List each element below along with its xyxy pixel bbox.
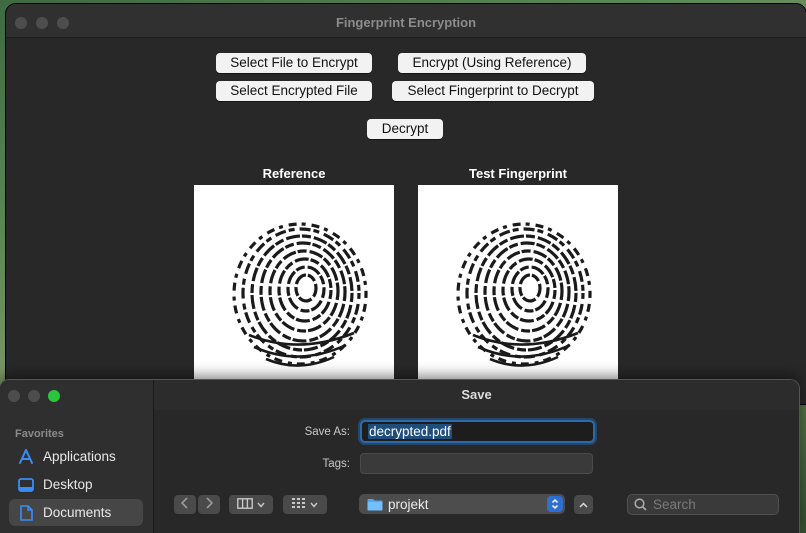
- dialog-window-controls: [8, 390, 60, 402]
- chevron-right-icon: [205, 497, 214, 512]
- sidebar-item-label: Applications: [43, 449, 116, 464]
- test-fingerprint-label: Test Fingerprint: [469, 166, 567, 181]
- sidebar-item-documents[interactable]: Documents: [9, 499, 143, 526]
- search-placeholder: Search: [653, 497, 696, 512]
- dialog-close-button[interactable]: [8, 390, 20, 402]
- chevron-left-icon: [180, 497, 189, 512]
- sidebar-item-label: Desktop: [43, 477, 93, 492]
- chevron-down-icon: [257, 499, 265, 511]
- expand-dialog-button[interactable]: [574, 495, 593, 514]
- dialog-zoom-button[interactable]: [48, 390, 60, 402]
- app-titlebar: Fingerprint Encryption: [6, 4, 806, 38]
- save-main: Save Save As: decrypted.pdf Tags: projek…: [154, 380, 799, 533]
- select-encrypted-file-button[interactable]: Select Encrypted File: [216, 81, 372, 101]
- chevron-up-icon: [579, 499, 588, 511]
- save-as-value: decrypted.pdf: [368, 424, 452, 439]
- app-window: Fingerprint Encryption Select File to En…: [6, 4, 806, 404]
- app-title: Fingerprint Encryption: [335, 15, 477, 30]
- desktop-icon: [17, 476, 35, 494]
- documents-icon: [17, 504, 35, 522]
- search-field[interactable]: Search: [627, 494, 779, 515]
- save-dialog-title: Save: [154, 380, 799, 410]
- location-popup[interactable]: projekt: [359, 494, 565, 514]
- save-sidebar: Favorites Applications Desktop Documents: [0, 380, 154, 533]
- favorites-heading: Favorites: [15, 428, 64, 440]
- columns-view-icon: [237, 497, 253, 512]
- save-dialog: Favorites Applications Desktop Documents…: [0, 380, 799, 533]
- up-down-chevron-icon: [547, 496, 563, 512]
- chevron-down-icon: [310, 499, 318, 511]
- save-as-input[interactable]: decrypted.pdf: [360, 420, 595, 443]
- tags-label: Tags:: [322, 458, 351, 470]
- reference-fingerprint-image: [194, 185, 394, 395]
- sidebar-item-applications[interactable]: Applications: [9, 443, 143, 470]
- location-label: projekt: [388, 496, 429, 512]
- view-mode-button[interactable]: [229, 495, 273, 514]
- back-button[interactable]: [174, 495, 196, 514]
- grid-icon: [292, 498, 306, 511]
- group-button[interactable]: [283, 495, 327, 514]
- forward-button[interactable]: [198, 495, 220, 514]
- encrypt-using-reference-button[interactable]: Encrypt (Using Reference): [398, 53, 586, 73]
- test-fingerprint-image: [418, 185, 618, 395]
- tags-input[interactable]: [360, 453, 593, 474]
- select-file-to-encrypt-button[interactable]: Select File to Encrypt: [216, 53, 372, 73]
- folder-icon: [367, 498, 383, 511]
- reference-label: Reference: [262, 166, 326, 181]
- dialog-minimize-button[interactable]: [28, 390, 40, 402]
- decrypt-button[interactable]: Decrypt: [367, 119, 443, 139]
- sidebar-item-label: Documents: [43, 505, 112, 520]
- sidebar-item-desktop[interactable]: Desktop: [9, 471, 143, 498]
- save-as-label: Save As:: [304, 426, 350, 438]
- select-fingerprint-to-decrypt-button[interactable]: Select Fingerprint to Decrypt: [392, 81, 594, 101]
- search-icon: [634, 498, 647, 511]
- applications-icon: [17, 448, 35, 466]
